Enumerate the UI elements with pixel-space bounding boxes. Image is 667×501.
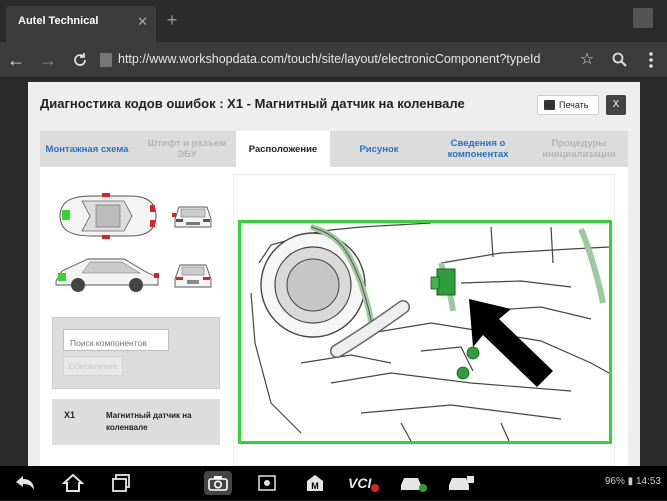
web-page: Диагностика кодов ошибок : X1 - Магнитны… [0, 78, 667, 466]
status-area: 96% ▮ 14:53 [605, 476, 661, 487]
vci-icon[interactable]: VCI [346, 471, 380, 495]
recent-apps-icon[interactable] [108, 471, 134, 495]
engine-location-diagram [238, 220, 612, 444]
component-dialog: Диагностика кодов ошибок : X1 - Магнитны… [28, 82, 640, 466]
close-dialog-button[interactable]: X [606, 95, 626, 115]
new-tab-button[interactable]: + [162, 10, 182, 30]
component-search-panel: Обновление [52, 317, 220, 389]
brightness-icon[interactable] [254, 471, 280, 495]
component-search-input[interactable] [63, 329, 169, 351]
printer-icon [544, 100, 555, 110]
svg-text:M: M [311, 481, 319, 491]
back-arrow-icon[interactable]: ← [4, 48, 28, 72]
tab-component-info[interactable]: Сведения о компонентах [428, 131, 528, 167]
browser-tab[interactable]: Autel Technical ✕ [6, 6, 156, 42]
dialog-title: Диагностика кодов ошибок : X1 - Магнитны… [40, 96, 465, 111]
url-input[interactable]: http://www.workshopdata.com/touch/site/l… [118, 52, 568, 66]
dialog-tabs: Монтажная схема Штифт и разъем ЭБУ Распо… [40, 131, 628, 167]
print-button-label: Печать [559, 100, 589, 110]
camera-icon[interactable] [204, 471, 232, 495]
tab-initialization: Процедуры инициализации [542, 138, 616, 160]
crankshaft-sensor-marker [430, 268, 456, 296]
browser-tab-strip: Autel Technical ✕ + [0, 0, 667, 42]
search-icon[interactable] [608, 49, 630, 71]
battery-level: 96% [604, 476, 625, 487]
tab-content: Обновление X1 Магнитный датчик на коленв… [40, 167, 628, 466]
car-remote-icon[interactable] [446, 471, 476, 495]
battery-icon: ▮ [627, 476, 634, 487]
window-menu-icon[interactable] [633, 8, 653, 28]
overflow-menu-icon[interactable] [640, 49, 662, 71]
location-image-frame [233, 174, 615, 466]
home-icon[interactable] [60, 471, 86, 495]
vehicle-views [52, 187, 222, 292]
car-service-icon[interactable] [398, 471, 428, 495]
back-icon[interactable] [12, 471, 38, 495]
car-rear-view-thumbnail[interactable] [170, 257, 216, 293]
print-button[interactable]: Печать [537, 95, 599, 115]
car-top-view-thumbnail[interactable] [52, 187, 162, 245]
car-front-view-thumbnail[interactable] [170, 197, 216, 233]
maxisys-home-icon[interactable]: M [302, 471, 328, 495]
browser-tab-title: Autel Technical [18, 15, 99, 27]
tab-picture[interactable]: Рисунок [332, 131, 426, 167]
forward-arrow-icon[interactable]: → [36, 48, 60, 72]
refresh-button: Обновление [63, 356, 123, 376]
tab-location[interactable]: Расположение [236, 131, 330, 167]
star-icon[interactable]: ☆ [576, 49, 598, 71]
pointer-arrow-icon [469, 299, 553, 387]
reload-icon[interactable] [68, 48, 92, 72]
car-side-view-thumbnail[interactable] [52, 251, 162, 297]
component-list: X1 Магнитный датчик на коленвале [52, 399, 220, 445]
tab-wiring-diagram[interactable]: Монтажная схема [40, 131, 134, 167]
component-name: Магнитный датчик на коленвале [106, 411, 192, 432]
svg-text:VCI: VCI [348, 475, 372, 491]
clock: 14:53 [635, 476, 661, 487]
system-nav-bar: M VCI 96% ▮ 14:53 [0, 466, 667, 500]
component-code: X1 [64, 410, 76, 420]
tab-close-icon[interactable]: ✕ [137, 14, 148, 30]
page-icon [100, 53, 112, 67]
tab-ecu-pins: Штифт и разъем ЭБУ [147, 138, 227, 160]
address-bar: ← → http://www.workshopdata.com/touch/si… [0, 42, 667, 78]
